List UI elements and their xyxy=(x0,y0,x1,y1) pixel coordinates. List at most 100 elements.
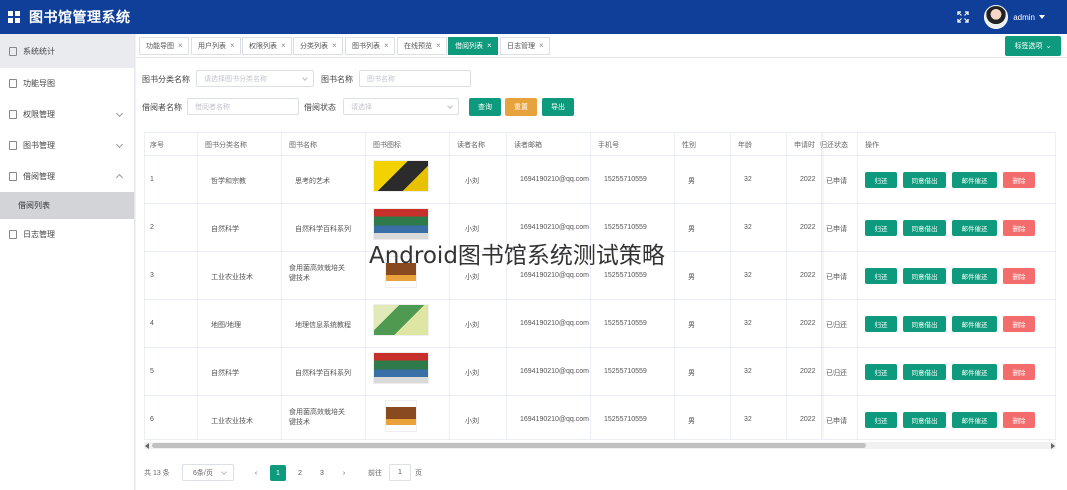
scroll-right-arrow-icon[interactable] xyxy=(1051,443,1055,449)
query-button[interactable]: 查询 xyxy=(469,98,501,116)
avatar[interactable] xyxy=(984,5,1009,29)
return-button[interactable]: 归还 xyxy=(865,268,897,284)
export-button[interactable]: 导出 xyxy=(542,98,574,116)
cell-book-name: 自然科学百科系列 xyxy=(295,370,351,377)
page-button-1[interactable]: 1 xyxy=(270,465,286,481)
table-row: 1 哲学和宗教 思考的艺术 小刘 1694190210@qq.com 15255… xyxy=(145,156,1055,204)
sidebar-item-books[interactable]: 图书管理 xyxy=(0,130,134,161)
approve-lend-button[interactable]: 同意借出 xyxy=(903,364,946,380)
chevron-down-icon xyxy=(115,109,124,118)
tab-category-list[interactable]: 分类列表 × xyxy=(293,37,343,55)
prev-page-button[interactable]: ‹ xyxy=(248,465,264,481)
goto-page-input[interactable]: 1 xyxy=(389,464,411,481)
status-placeholder: 请选择 xyxy=(351,103,372,111)
return-button[interactable]: 归还 xyxy=(865,316,897,332)
cell-age: 32 xyxy=(744,272,752,279)
next-page-button[interactable]: › xyxy=(336,465,352,481)
pagination-total: 共 13 条 xyxy=(144,470,170,477)
page-size-value: 6条/页 xyxy=(193,469,213,477)
tab-options-button[interactable]: 标签选项 ⌄ xyxy=(1005,36,1061,56)
close-icon[interactable]: × xyxy=(539,42,544,50)
delete-button[interactable]: 删除 xyxy=(1003,268,1035,284)
sidebar-item-stats[interactable]: 系统统计 xyxy=(0,34,134,68)
tab-label: 权限列表 xyxy=(249,43,277,50)
book-cover-image xyxy=(373,304,429,336)
email-reminder-button[interactable]: 邮件催还 xyxy=(952,268,997,284)
page-button-2[interactable]: 2 xyxy=(292,465,308,481)
tab-permission-list[interactable]: 权限列表 × xyxy=(242,37,292,55)
sidebar-item-logs[interactable]: 日志管理 xyxy=(0,219,134,250)
tab-log-management[interactable]: 日志管理 × xyxy=(500,37,550,55)
cell-gender: 男 xyxy=(688,418,695,425)
caret-down-icon[interactable] xyxy=(1039,15,1045,19)
email-reminder-button[interactable]: 邮件催还 xyxy=(952,220,997,236)
borrower-input[interactable]: 借阅者名称 xyxy=(187,98,299,115)
page-button-3[interactable]: 3 xyxy=(314,465,330,481)
sidebar-item-function-map[interactable]: 功能导图 xyxy=(0,68,134,99)
return-button[interactable]: 归还 xyxy=(865,364,897,380)
category-select[interactable]: 请选择图书分类名称 xyxy=(196,70,314,87)
sidebar-subitem-borrow-list[interactable]: 借阅列表 xyxy=(0,192,134,219)
tab-function-map[interactable]: 功能导图 × xyxy=(139,37,189,55)
tab-book-list[interactable]: 图书列表 × xyxy=(345,37,395,55)
file-icon xyxy=(9,230,17,239)
close-icon[interactable]: × xyxy=(436,42,441,50)
email-reminder-button[interactable]: 邮件催还 xyxy=(952,364,997,380)
email-reminder-button[interactable]: 邮件催还 xyxy=(952,172,997,188)
cell-reader-name: 小刘 xyxy=(465,178,479,185)
tab-online-preview[interactable]: 在线预览 × xyxy=(397,37,447,55)
email-reminder-button[interactable]: 邮件催还 xyxy=(952,316,997,332)
scrollbar-thumb[interactable] xyxy=(152,443,866,448)
close-icon[interactable]: × xyxy=(178,42,183,50)
cell-apply-time: 2022 xyxy=(800,320,816,327)
cell-phone: 15255710559 xyxy=(604,320,647,327)
approve-lend-button[interactable]: 同意借出 xyxy=(903,412,946,428)
tab-borrow-list[interactable]: 借阅列表 × xyxy=(448,37,498,55)
sidebar-item-borrow[interactable]: 借阅管理 xyxy=(0,161,134,192)
return-button[interactable]: 归还 xyxy=(865,172,897,188)
delete-button[interactable]: 删除 xyxy=(1003,172,1035,188)
close-icon[interactable]: × xyxy=(332,42,337,50)
status-select[interactable]: 请选择 xyxy=(343,98,459,115)
page-size-select[interactable]: 6条/页 xyxy=(182,464,234,481)
close-icon[interactable]: × xyxy=(230,42,235,50)
scroll-left-arrow-icon[interactable] xyxy=(145,443,149,449)
book-cover-image xyxy=(373,352,429,384)
cell-reader-email: 1694190210@qq.com xyxy=(520,320,589,327)
return-button[interactable]: 归还 xyxy=(865,220,897,236)
email-reminder-button[interactable]: 邮件催还 xyxy=(952,412,997,428)
page-unit-label: 页 xyxy=(415,470,422,477)
close-icon[interactable]: × xyxy=(281,42,286,50)
header-book-cover: 图书图标 xyxy=(373,142,401,149)
approve-lend-button[interactable]: 同意借出 xyxy=(903,268,946,284)
user-name[interactable]: admin xyxy=(1013,13,1035,22)
cell-index: 6 xyxy=(150,416,154,423)
horizontal-scrollbar[interactable] xyxy=(144,442,1056,449)
return-button[interactable]: 归还 xyxy=(865,412,897,428)
cell-book-name: 自然科学百科系列 xyxy=(295,226,351,233)
table-row: 4 地图/地理 地理信息系统教程 小刘 1694190210@qq.com 15… xyxy=(145,300,1055,348)
tab-user-list[interactable]: 用户列表 × xyxy=(191,37,241,55)
close-icon[interactable]: × xyxy=(487,42,492,50)
chevron-up-icon xyxy=(115,173,124,182)
delete-button[interactable]: 删除 xyxy=(1003,412,1035,428)
cell-apply-time: 2022 xyxy=(800,416,816,423)
close-icon[interactable]: × xyxy=(384,42,389,50)
approve-lend-button[interactable]: 同意借出 xyxy=(903,220,946,236)
approve-lend-button[interactable]: 同意借出 xyxy=(903,172,946,188)
reset-button[interactable]: 重置 xyxy=(505,98,537,116)
delete-button[interactable]: 删除 xyxy=(1003,220,1035,236)
delete-button[interactable]: 删除 xyxy=(1003,316,1035,332)
chevron-down-icon xyxy=(115,140,124,149)
book-name-input[interactable]: 图书名称 xyxy=(359,70,471,87)
cell-phone: 15255710559 xyxy=(604,224,647,231)
fullscreen-icon[interactable] xyxy=(956,10,970,24)
sidebar-item-permissions[interactable]: 权限管理 xyxy=(0,99,134,130)
cell-category: 自然科学 xyxy=(211,370,239,377)
delete-button[interactable]: 删除 xyxy=(1003,364,1035,380)
approve-lend-button[interactable]: 同意借出 xyxy=(903,316,946,332)
cell-reader-name: 小刘 xyxy=(465,370,479,377)
cell-gender: 男 xyxy=(688,370,695,377)
sidebar-item-label: 权限管理 xyxy=(23,110,55,119)
user-area: admin xyxy=(956,0,1045,34)
